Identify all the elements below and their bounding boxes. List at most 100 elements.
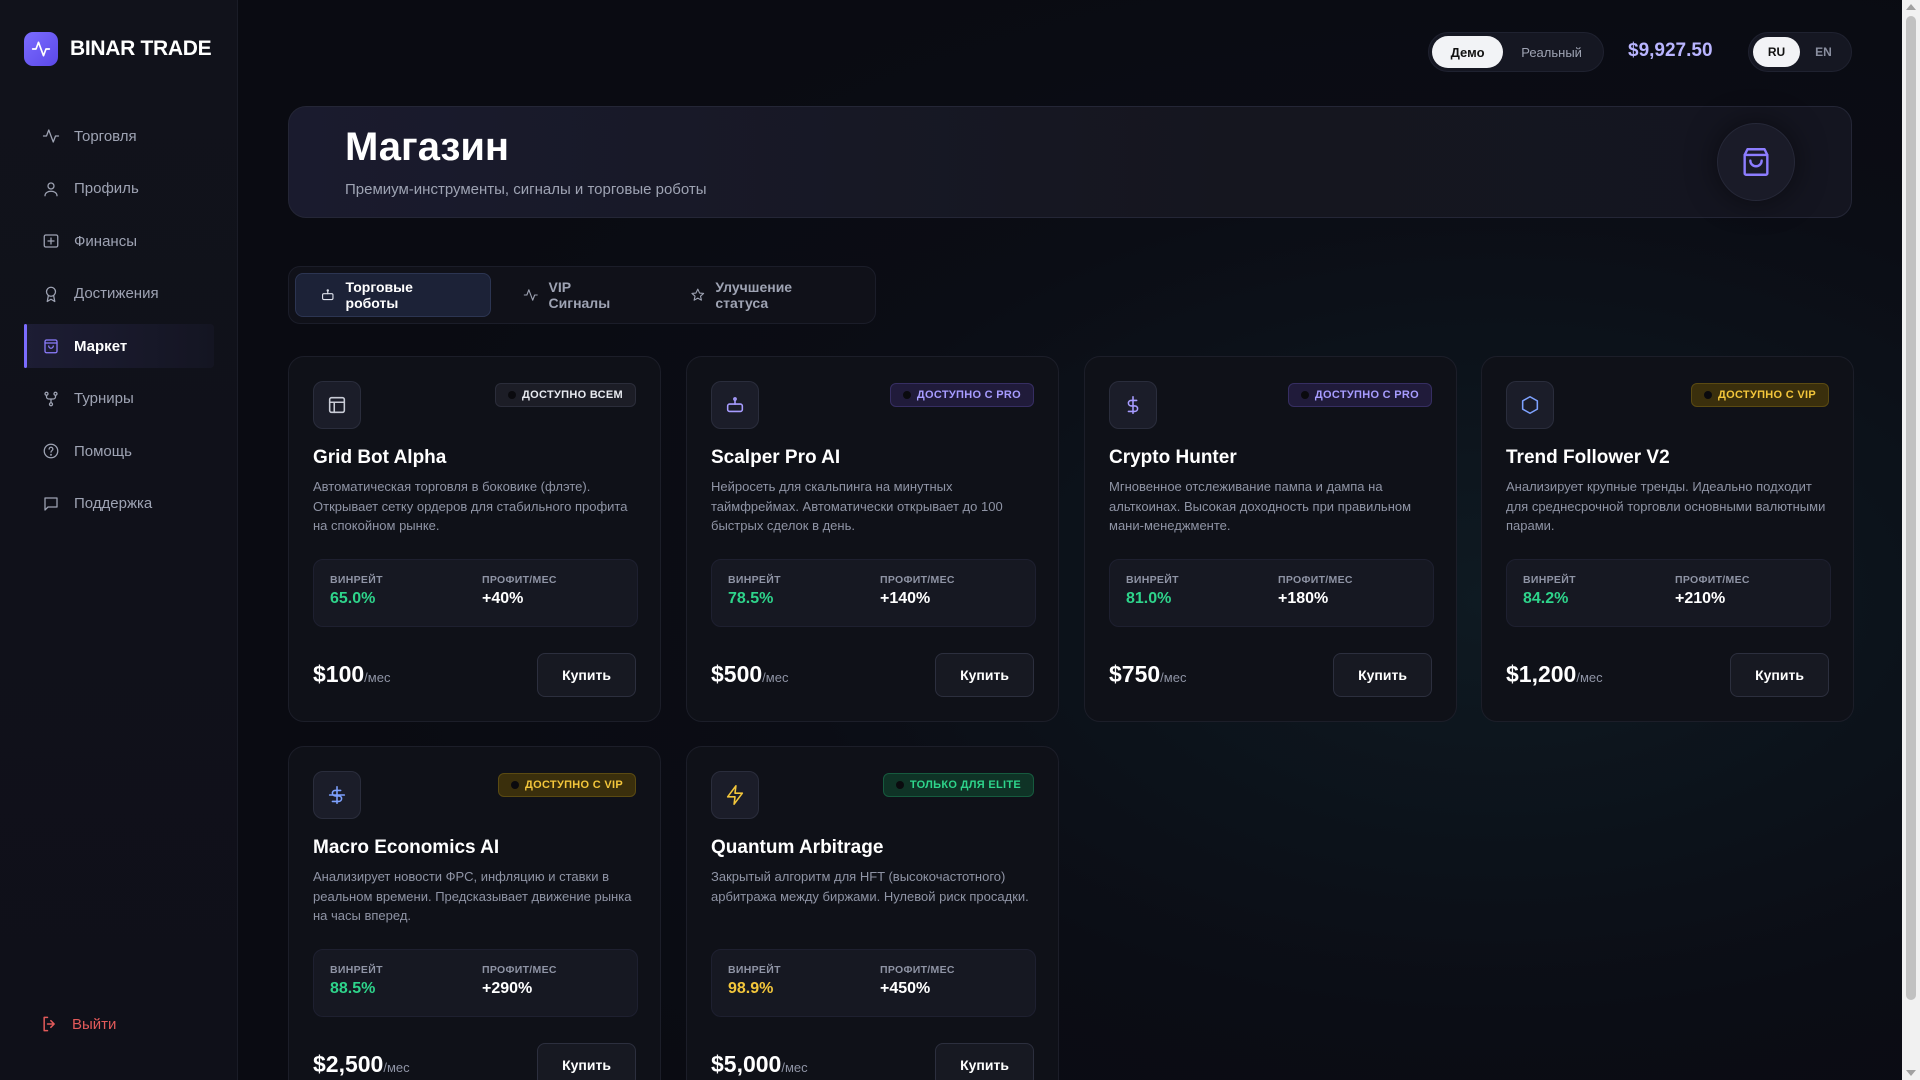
shopping-bag-icon [44,339,58,354]
store-badge [1717,123,1795,201]
user-icon [44,181,58,196]
buy-button[interactable]: Купить [537,653,636,697]
profit-value: +180% [1278,590,1329,607]
mode-demo-button[interactable]: Демо [1432,36,1504,68]
activity-icon [523,289,538,301]
product-description: Закрытый алгоритм для HFT (высокочастотн… [711,869,1029,904]
buy-button[interactable]: Купить [935,1043,1034,1080]
winrate-value: 78.5% [728,590,774,607]
access-badge: ДОСТУПНО С VIP [497,773,636,797]
product-icon-box [1109,381,1157,429]
logout-button[interactable]: Выйти [40,1014,116,1034]
sidebar-item-support[interactable]: Поддержка [24,482,214,526]
product-icon-box [1506,381,1554,429]
winrate-value: 65.0% [330,590,376,607]
sidebar-item-achievements[interactable]: Достижения [24,272,214,316]
sidebar-item-label: Маркет [74,337,128,355]
product-card: ТОЛЬКО ДЛЯ ELITE Quantum Arbitrage Закры… [686,746,1059,1080]
access-badge-label: ДОСТУПНО С VIP [524,779,623,791]
profit-label: ПРОФИТ/МЕС [880,574,955,586]
sidebar-item-label: Турниры [74,390,134,407]
access-badge: ДОСТУПНО ВСЕМ [495,383,636,407]
layout-grid-icon [328,396,346,414]
price-period: /мес [781,1060,808,1075]
price-value: $750 [1109,661,1161,687]
access-badge: ДОСТУПНО С PRO [889,383,1034,407]
buy-button[interactable]: Купить [1730,653,1829,697]
price-value: $2,500 [313,1051,384,1077]
activity-icon [42,129,60,143]
wallet-icon [43,234,59,248]
language-toggle: RU EN [1748,32,1852,72]
sidebar-item-market[interactable]: Маркет [24,324,214,368]
product-stats: ВИНРЕЙТ 84.2% ПРОФИТ/МЕС +210% [1506,559,1831,627]
access-badge: ДОСТУПНО С VIP [1690,383,1829,407]
lang-en-button[interactable]: EN [1800,37,1847,67]
brand[interactable]: BINAR TRADE [24,32,212,66]
winrate-value: 84.2% [1523,590,1569,607]
store-tabs: Торговые роботы VIP Сигналы Улучшение ст… [288,266,876,324]
price-period: /мес [762,670,789,685]
winrate-value: 88.5% [330,980,376,997]
price-period: /мес [1576,670,1603,685]
scroll-up-arrow-icon[interactable] [1906,4,1916,10]
access-badge-label: ТОЛЬКО ДЛЯ ELITE [909,779,1021,791]
tab-status-upgrade[interactable]: Улучшение статуса [666,273,869,317]
product-card: ДОСТУПНО ВСЕМ Grid Bot Alpha Автоматичес… [288,356,661,722]
product-card: ДОСТУПНО С PRO Crypto Hunter Мгновенное … [1084,356,1457,722]
page-subtitle: Премиум-инструменты, сигналы и торговые … [345,181,707,198]
sidebar-item-finance[interactable]: Финансы [24,219,214,263]
bot-icon [322,289,334,301]
product-price: $100/мес [313,661,390,688]
product-card: ДОСТУПНО С PRO Scalper Pro AI Нейросеть … [686,356,1059,722]
profit-value: +290% [482,980,533,997]
price-value: $100 [313,661,365,687]
buy-button[interactable]: Купить [1333,653,1432,697]
product-icon-box [711,771,759,819]
page-title: Магазин [345,125,510,169]
page-scrollbar[interactable] [1902,0,1920,1080]
profit-value: +140% [880,590,931,607]
winrate-label: ВИНРЕЙТ [1126,574,1179,586]
product-price: $1,200/мес [1506,661,1603,688]
tab-vip-signals[interactable]: VIP Сигналы [499,273,658,317]
git-fork-icon [44,391,58,406]
shopping-bag-icon [1743,148,1769,176]
winrate-label: ВИНРЕЙТ [330,574,383,586]
access-badge: ТОЛЬКО ДЛЯ ELITE [882,773,1034,797]
scroll-down-arrow-icon[interactable] [1906,1070,1916,1076]
award-icon [45,286,57,302]
winrate-value: 98.9% [728,980,774,997]
brand-logo-icon [24,32,58,66]
profit-label: ПРОФИТ/МЕС [880,964,955,976]
lang-ru-button[interactable]: RU [1753,37,1800,67]
product-description: Нейросеть для скальпинга на минутных тай… [711,479,1003,533]
product-title: Trend Follower V2 [1506,447,1670,468]
buy-button[interactable]: Купить [935,653,1034,697]
access-badge: ДОСТУПНО С PRO [1287,383,1432,407]
sidebar-item-trading[interactable]: Торговля [24,114,214,158]
log-out-icon [43,1016,55,1032]
dollar-icon [1127,395,1139,415]
sidebar-item-label: Помощь [74,442,132,460]
tab-trading-robots[interactable]: Торговые роботы [295,273,491,317]
sidebar-item-help[interactable]: Помощь [24,429,214,473]
buy-button[interactable]: Купить [537,1043,636,1080]
logout-label: Выйти [72,1015,117,1033]
price-value: $500 [711,661,763,687]
product-price: $2,500/мес [313,1051,410,1078]
sidebar-item-label: Профиль [74,180,139,197]
mode-real-button[interactable]: Реальный [1503,36,1600,68]
sidebar-item-tournaments[interactable]: Турниры [24,377,214,421]
winrate-label: ВИНРЕЙТ [728,574,781,586]
winrate-value: 81.0% [1126,590,1172,607]
profit-label: ПРОФИТ/МЕС [482,574,557,586]
product-card: ДОСТУПНО С VIP Trend Follower V2 Анализи… [1481,356,1854,722]
product-stats: ВИНРЕЙТ 88.5% ПРОФИТ/МЕС +290% [313,949,638,1017]
price-period: /мес [1160,670,1187,685]
scroll-thumb[interactable] [1906,16,1916,1000]
sidebar-nav: Торговля Профиль Финансы Достижения Марк… [24,114,214,534]
access-badge-label: ДОСТУПНО С PRO [1314,389,1419,401]
product-stats: ВИНРЕЙТ 98.9% ПРОФИТ/МЕС +450% [711,949,1036,1017]
sidebar-item-profile[interactable]: Профиль [24,167,214,211]
